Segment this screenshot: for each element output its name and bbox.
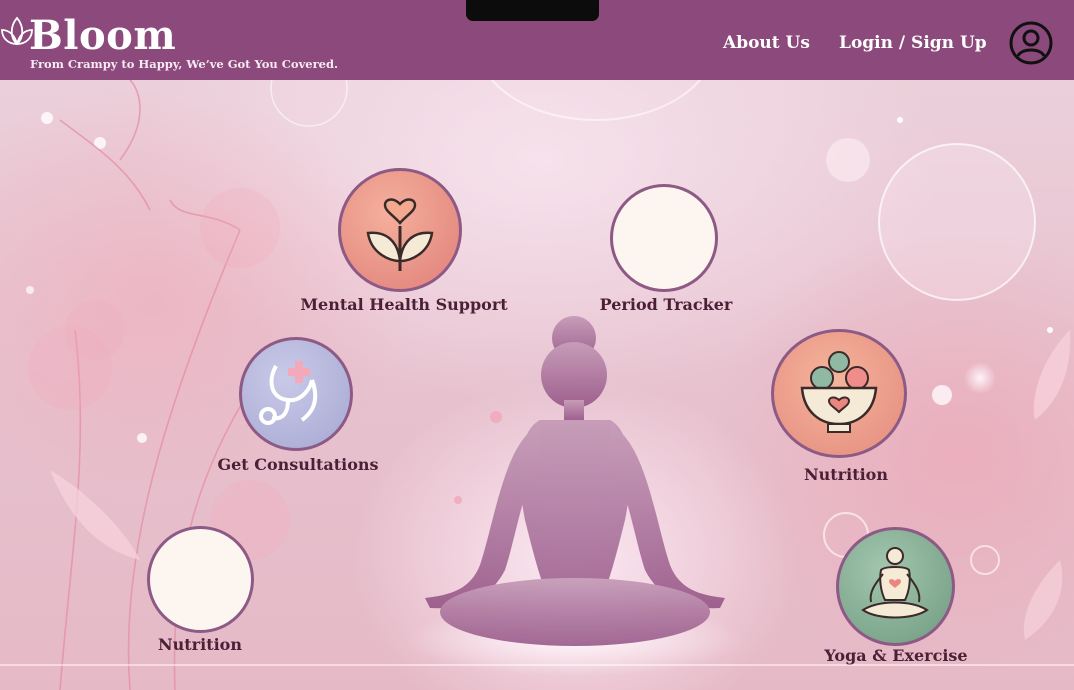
- brand-tagline: From Crampy to Happy, We’ve Got You Cove…: [30, 57, 338, 71]
- stethoscope-icon: [259, 361, 318, 425]
- mental-health-support-label[interactable]: Mental Health Support: [300, 295, 507, 314]
- top-navigation-bar: Bloom From Crampy to Happy, We’ve Got Yo…: [0, 0, 1074, 80]
- camera-notch: [466, 0, 599, 21]
- fruit-bowl-icon: [800, 351, 878, 433]
- period-tracker-card[interactable]: [610, 184, 718, 292]
- user-profile-icon[interactable]: [1009, 21, 1053, 65]
- nutrition-card-right[interactable]: [771, 329, 907, 458]
- yoga-exercise-card[interactable]: [836, 527, 955, 646]
- yoga-exercise-label[interactable]: Yoga & Exercise: [824, 646, 967, 665]
- nutrition-label-left[interactable]: Nutrition: [158, 635, 242, 654]
- get-consultations-label[interactable]: Get Consultations: [217, 455, 378, 474]
- nutrition-card-left[interactable]: [147, 526, 254, 633]
- brand-logo-text[interactable]: Bloom: [29, 10, 176, 62]
- get-consultations-card[interactable]: [239, 337, 353, 451]
- nav-login-signup[interactable]: Login / Sign Up: [839, 33, 987, 53]
- nav-about-us[interactable]: About Us: [723, 33, 810, 53]
- heart-sprout-icon: [366, 198, 434, 271]
- period-tracker-label[interactable]: Period Tracker: [600, 295, 733, 314]
- meditation-icon: [861, 547, 929, 619]
- nutrition-label-right[interactable]: Nutrition: [804, 465, 888, 484]
- mental-health-support-card[interactable]: [338, 168, 462, 292]
